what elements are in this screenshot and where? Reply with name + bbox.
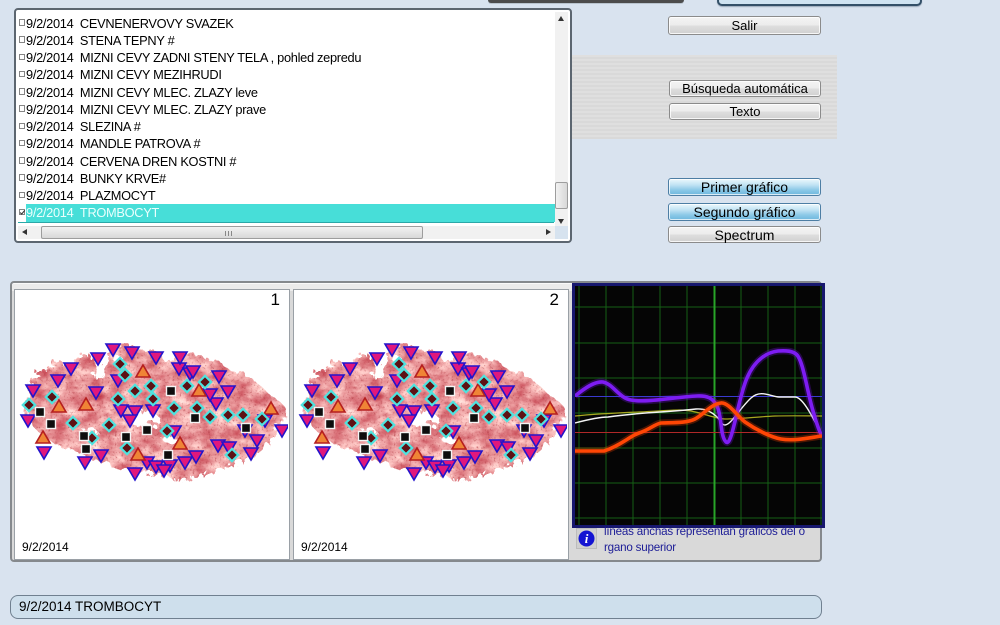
svg-text:i: i — [585, 531, 589, 546]
